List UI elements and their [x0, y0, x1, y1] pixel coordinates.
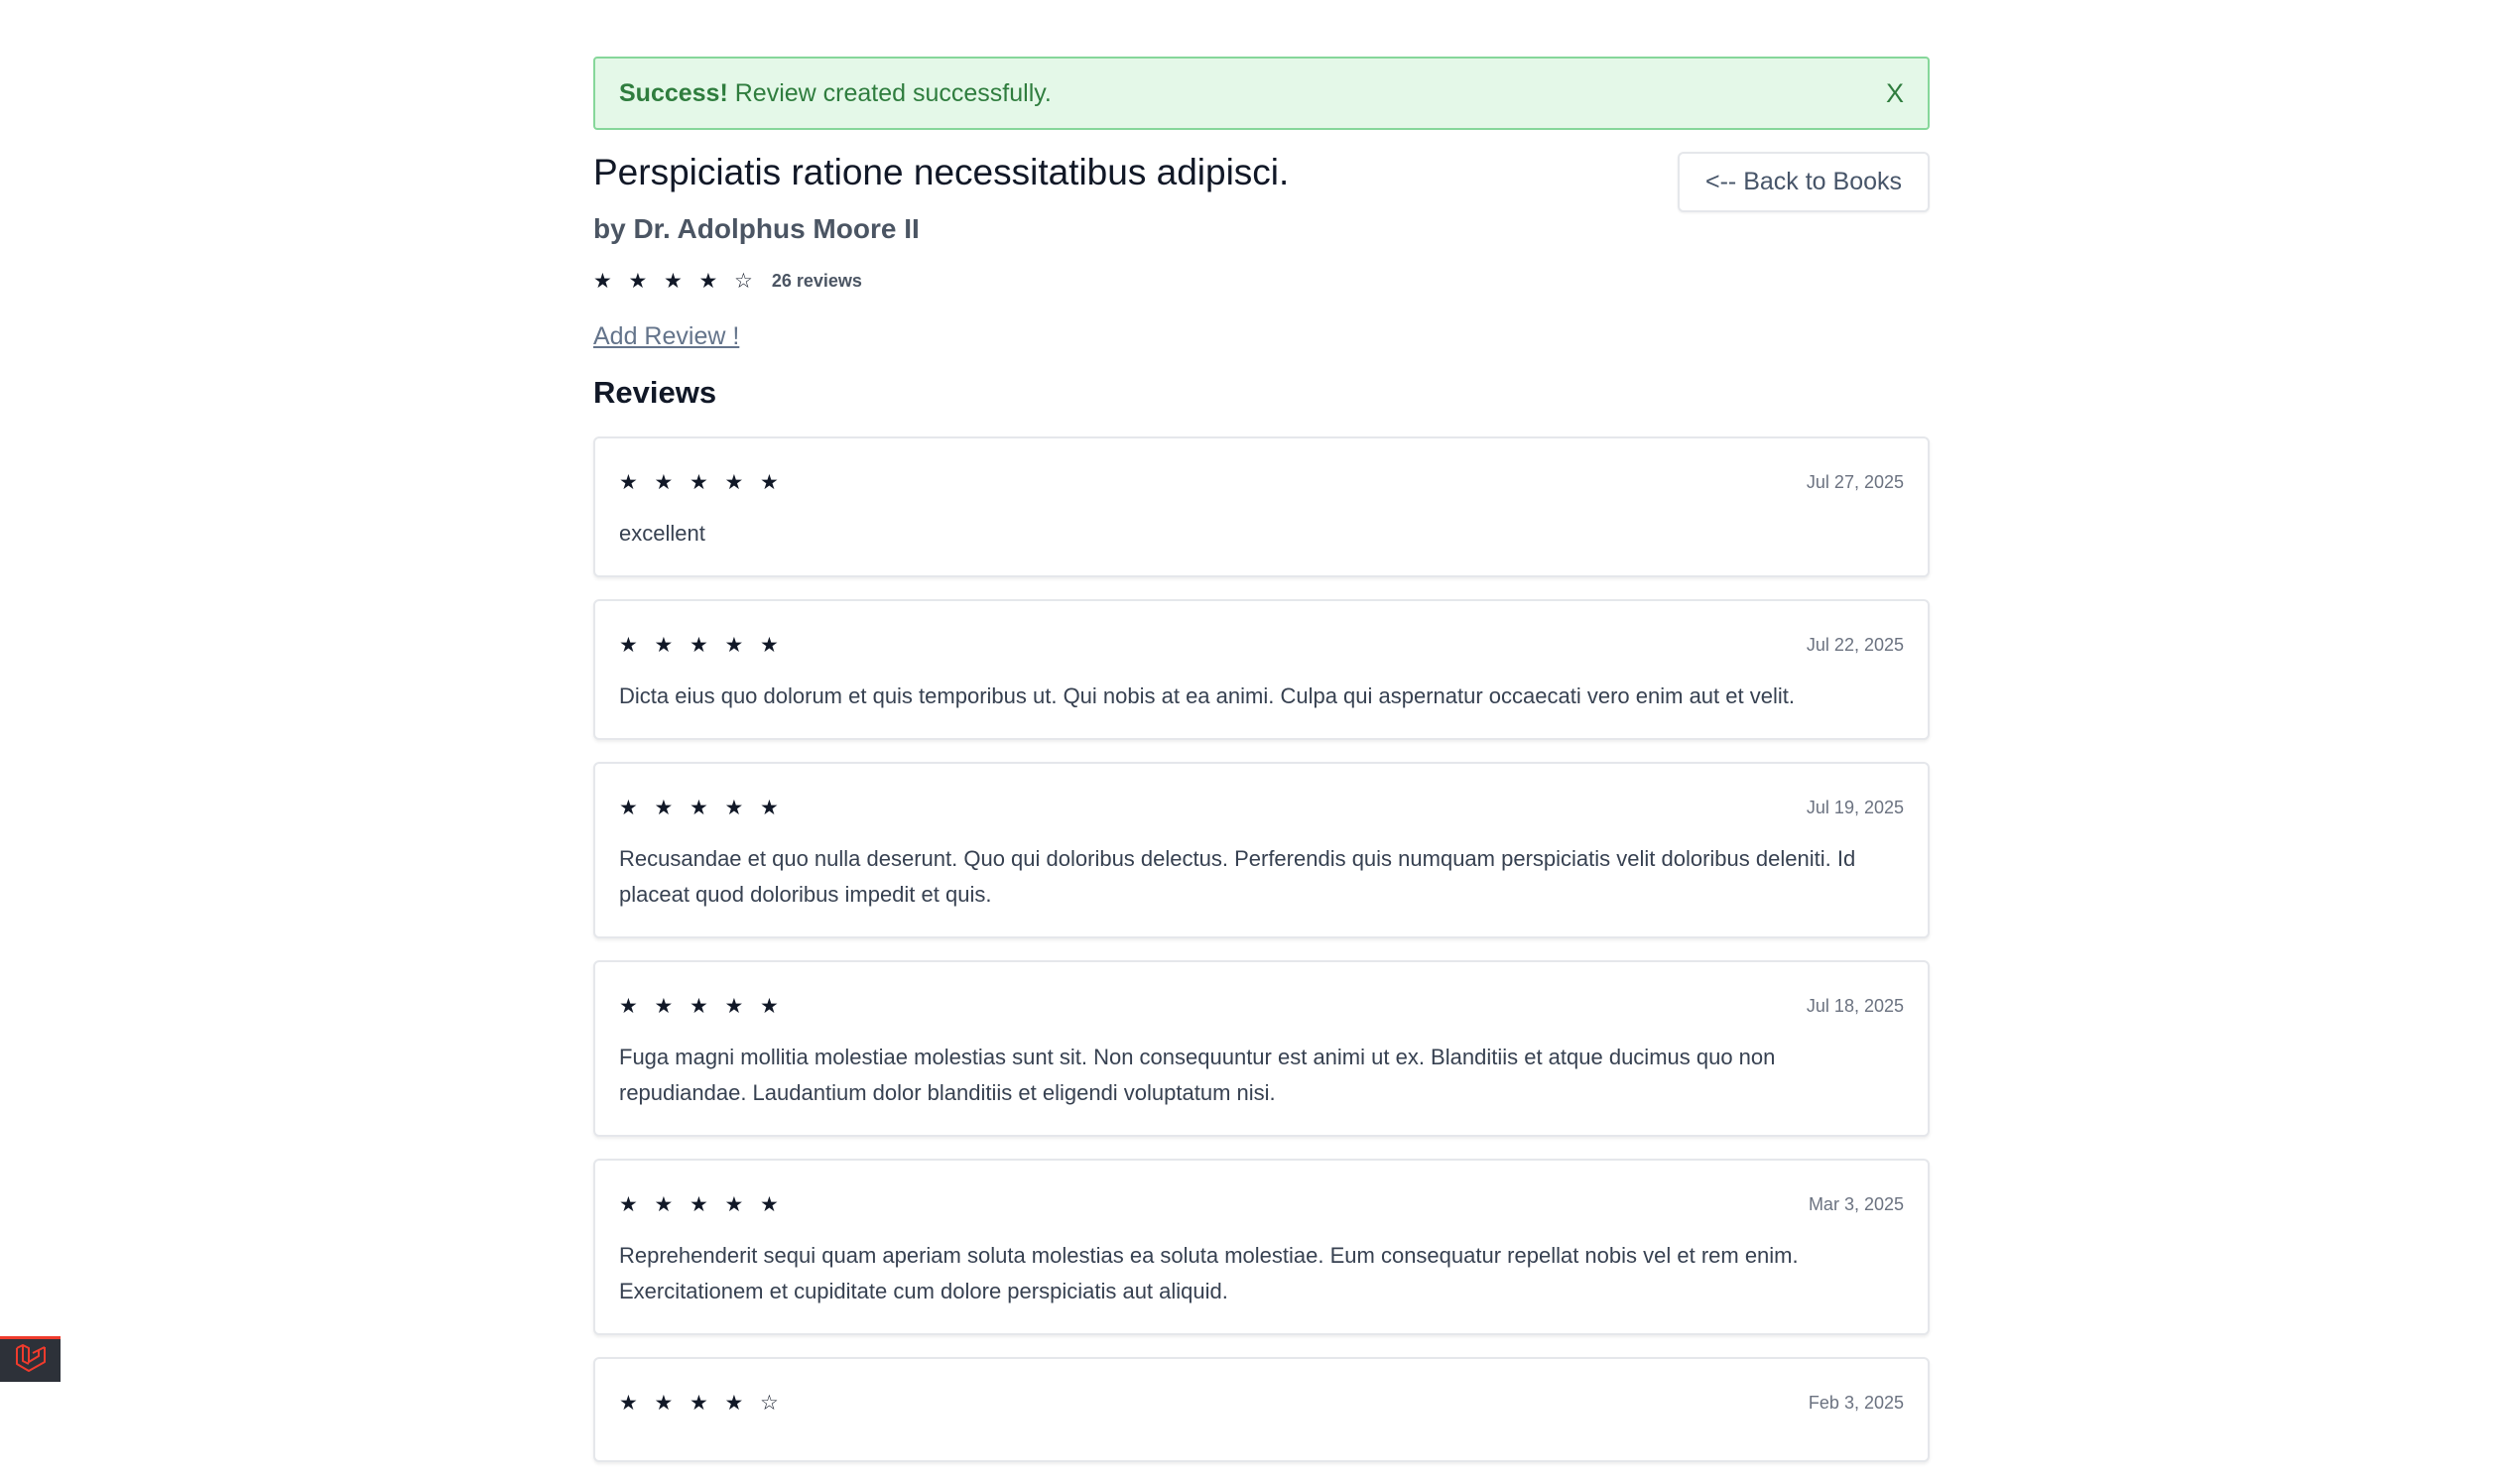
rating-stars: ★ ★ ★ ★ ☆ [593, 269, 758, 293]
review-stars: ★ ★ ★ ★ ★ [619, 1192, 784, 1216]
review-card: ★ ★ ★ ★ ★ Jul 22, 2025 Dicta eius quo do… [593, 599, 1930, 740]
review-stars: ★ ★ ★ ★ ★ [619, 796, 784, 819]
page-container: Success! Review created successfully. X … [593, 57, 1930, 1484]
review-date: Jul 19, 2025 [1806, 797, 1904, 817]
review-text: Reprehenderit sequi quam aperiam soluta … [619, 1243, 1799, 1303]
book-header: Perspiciatis ratione necessitatibus adip… [593, 152, 1930, 251]
review-date: Jul 22, 2025 [1806, 634, 1904, 655]
review-card: ★ ★ ★ ★ ★ Jul 27, 2025 excellent [593, 436, 1930, 577]
alert-close-button[interactable]: X [1886, 78, 1904, 109]
review-text: Dicta eius quo dolorum et quis temporibu… [619, 683, 1795, 708]
review-stars: ★ ★ ★ ★ ★ [619, 633, 784, 657]
add-review-link[interactable]: Add Review ! [593, 322, 739, 351]
review-text: excellent [619, 521, 705, 546]
alert-message-wrap: Success! Review created successfully. [619, 79, 1052, 108]
review-date: Jul 27, 2025 [1806, 471, 1904, 492]
back-to-books-button[interactable]: <-- Back to Books [1678, 152, 1930, 212]
review-stars: ★ ★ ★ ★ ☆ [619, 1391, 784, 1415]
book-author: by Dr. Adolphus Moore II [593, 213, 920, 244]
alert-message: Review created successfully. [734, 78, 1052, 107]
review-list: ★ ★ ★ ★ ★ Jul 27, 2025 excellent ★ ★ ★ ★… [593, 436, 1930, 1462]
review-card: ★ ★ ★ ★ ☆ Feb 3, 2025 [593, 1357, 1930, 1462]
success-alert: Success! Review created successfully. X [593, 57, 1930, 130]
book-title: Perspiciatis ratione necessitatibus adip… [593, 152, 1290, 192]
review-count: 26 reviews [771, 270, 862, 291]
review-text: Recusandae et quo nulla deserunt. Quo qu… [619, 846, 1856, 907]
review-card: ★ ★ ★ ★ ★ Mar 3, 2025 Reprehenderit sequ… [593, 1159, 1930, 1335]
alert-title: Success! [619, 78, 728, 107]
laravel-icon [14, 1342, 48, 1379]
review-date: Feb 3, 2025 [1808, 1392, 1904, 1413]
review-card: ★ ★ ★ ★ ★ Jul 18, 2025 Fuga magni mollit… [593, 960, 1930, 1137]
book-rating: ★ ★ ★ ★ ☆ 26 reviews [593, 269, 1930, 293]
reviews-heading: Reviews [593, 375, 717, 410]
review-date: Mar 3, 2025 [1808, 1193, 1904, 1214]
review-date: Jul 18, 2025 [1806, 995, 1904, 1016]
review-stars: ★ ★ ★ ★ ★ [619, 994, 784, 1018]
review-card: ★ ★ ★ ★ ★ Jul 19, 2025 Recusandae et quo… [593, 762, 1930, 938]
review-stars: ★ ★ ★ ★ ★ [619, 470, 784, 494]
debug-toolbar-toggle[interactable] [0, 1336, 61, 1382]
review-text: Fuga magni mollitia molestiae molestias … [619, 1045, 1776, 1105]
